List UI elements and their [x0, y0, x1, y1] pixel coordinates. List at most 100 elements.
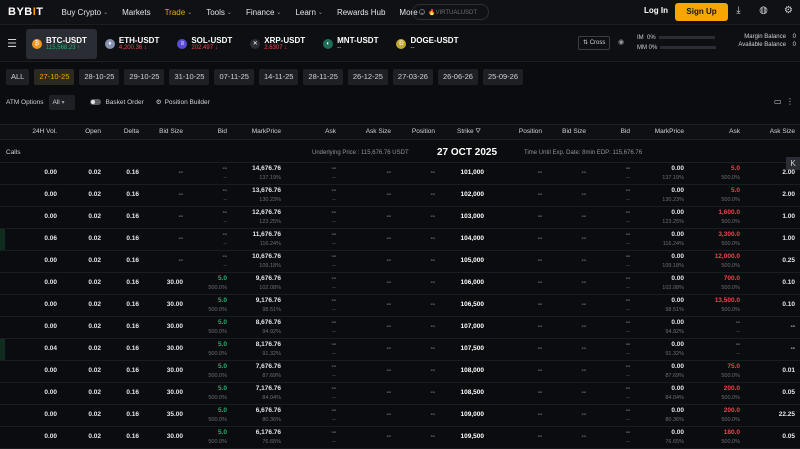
cell-mark-iv: 80.36%	[262, 417, 281, 423]
cell-put-position: --	[537, 279, 542, 286]
nav-item-rewards-hub[interactable]: Rewards Hub	[337, 8, 385, 17]
date-tab-29-10-25[interactable]: 29-10-25	[124, 69, 165, 85]
basket-order-toggle[interactable]	[90, 99, 102, 105]
date-tab-27-03-26[interactable]: 27-03-26	[392, 69, 433, 85]
ticker-xrp-usdt[interactable]: ✕ XRP-USDT 2.6307 ↓	[244, 29, 315, 59]
cell-put-ask-size: 1.00	[782, 213, 795, 220]
table-row[interactable]: 0.00 0.02 0.16 -- -- -- 14,676.76 137.19% -- -- --…	[0, 163, 800, 185]
cell-put-ask: 5.0	[730, 165, 740, 172]
coin-icon: ₿	[32, 38, 42, 49]
table-row[interactable]: 0.00 0.02 0.16 30.00 5.0 500.0% 9,676.76 102.08…	[0, 273, 800, 295]
cell-position: --	[430, 213, 435, 220]
date-tab-27-10-25[interactable]: 27-10-25	[34, 69, 75, 85]
position-builder-icon[interactable]: ⚙	[156, 98, 162, 106]
col-header-right-4: Ask	[729, 128, 740, 135]
cell-put-ask-size: 0.25	[782, 257, 795, 264]
table-row[interactable]: 0.00 0.02 0.16 30.00 5.0 500.0% 8,676.76 94.92%…	[0, 317, 800, 339]
download-icon[interactable]: ⤓	[733, 5, 744, 16]
nav-item-tools[interactable]: Tools ⌄	[206, 8, 232, 17]
ticker-price: --	[337, 45, 342, 51]
cell-bid-size: 30.00	[166, 389, 183, 396]
bybit-logo[interactable]: BYBIT	[8, 6, 44, 18]
cell-delta: 0.16	[126, 411, 139, 418]
ticker-bar: ☰ ₿ BTC-USDT 115,568.23 ↑ ♦ ETH-USDT 4,200.36…	[0, 26, 800, 62]
col-header-right-5: Ask Size	[769, 128, 795, 135]
cell-put-mark-price: 0.00	[671, 341, 684, 348]
cell-bid: 5.0	[217, 429, 227, 436]
cell-ask-iv: --	[332, 175, 336, 181]
cell-strike: 106,500	[460, 301, 485, 308]
layout-icon[interactable]: ▭ ⋮	[774, 97, 794, 106]
cell-put-ask: 3,300.0	[718, 231, 740, 238]
cell-put-mark-iv: 76.65%	[665, 439, 684, 445]
hamburger-menu-icon[interactable]: ☰	[0, 37, 24, 50]
cell-ask: --	[331, 253, 336, 260]
date-tab-07-11-25[interactable]: 07-11-25	[214, 69, 254, 85]
table-row[interactable]: 0.00 0.02 0.16 30.00 5.0 500.0% 7,676.76 87.69%…	[0, 361, 800, 383]
table-row[interactable]: 0.00 0.02 0.16 -- -- -- 12,676.76 123.25% -- -- --…	[0, 207, 800, 229]
search-input[interactable]: 🔥VIRTUALUSDT	[412, 4, 489, 20]
date-tab-25-09-26[interactable]: 25-09-26	[482, 69, 524, 85]
coin-icon: ✕	[250, 38, 261, 49]
login-button[interactable]: Log In	[644, 6, 668, 15]
cell-put-bid: --	[625, 429, 630, 436]
date-tab-14-11-25[interactable]: 14-11-25	[258, 69, 299, 85]
cell-ask: --	[331, 407, 336, 414]
cell-put-mark-iv: 91.32%	[665, 351, 684, 357]
ticker-mnt-usdt[interactable]: ◐ MNT-USDT --	[317, 29, 388, 59]
atm-options-select[interactable]: All ▾	[49, 94, 76, 110]
cell-put-bid-size: --	[581, 213, 586, 220]
cell-put-bid-size: --	[581, 411, 586, 418]
cell-position: --	[430, 433, 435, 440]
table-row[interactable]: 0.00 0.02 0.16 30.00 5.0 500.0% 9,176.76 98.51%…	[0, 295, 800, 317]
cell-bid-size: --	[178, 235, 183, 242]
cell-strike: 109,000	[460, 411, 485, 418]
cell-put-position: --	[537, 191, 542, 198]
ticker-sol-usdt[interactable]: ≡ SOL-USDT 202.497 ↓	[171, 29, 242, 59]
col-header-strike[interactable]: Strike ⛛	[457, 128, 481, 136]
table-row[interactable]: 0.00 0.02 0.16 30.00 5.0 500.0% 6,176.76 76.65%…	[0, 427, 800, 449]
col-header-left-1: Open	[85, 128, 101, 135]
ticker-eth-usdt[interactable]: ♦ ETH-USDT 4,200.36 ↓	[99, 29, 169, 59]
date-tab-28-11-25[interactable]: 28-11-25	[303, 69, 343, 85]
table-row[interactable]: 0.00 0.02 0.16 30.00 5.0 500.0% 7,176.76 84.04%…	[0, 383, 800, 405]
nav-item-finance[interactable]: Finance ⌄	[246, 8, 282, 17]
nav-item-buy-crypto[interactable]: Buy Crypto ⌄	[62, 8, 109, 17]
cell-ask-size: --	[386, 169, 391, 176]
cell-mark-price: 8,676.76	[255, 319, 281, 326]
date-tab-31-10-25[interactable]: 31-10-25	[169, 69, 210, 85]
ticker-doge-usdt[interactable]: Ð DOGE-USDT --	[390, 29, 468, 59]
cell-open: 0.02	[88, 367, 101, 374]
filter-icon[interactable]: ⛛	[474, 128, 480, 135]
ticker-name: SOL-USDT	[191, 36, 233, 45]
ticker-list: ₿ BTC-USDT 115,568.23 ↑ ♦ ETH-USDT 4,200.36 ↓…	[24, 28, 468, 59]
table-row[interactable]: 0.00 0.02 0.16 35.00 5.0 500.0% 6,676.76 80.36%…	[0, 405, 800, 427]
nav-item-trade[interactable]: Trade ⌄	[165, 8, 193, 17]
date-tab-28-10-25[interactable]: 28-10-25	[79, 69, 120, 85]
cell-open: 0.02	[88, 411, 101, 418]
margin-mode-button[interactable]: ⇅ Cross	[578, 36, 611, 50]
table-row[interactable]: 0.00 0.02 0.16 -- -- -- 13,676.76 130.23% -- -- --…	[0, 185, 800, 207]
table-row[interactable]: 0.04 0.02 0.16 30.00 5.0 500.0% 8,176.76 91.32%…	[0, 339, 800, 361]
table-row[interactable]: 0.06 0.02 0.16 -- -- -- 11,676.76 116.24% -- -- --…	[0, 229, 800, 251]
position-builder-button[interactable]: Position Builder	[165, 99, 210, 106]
eye-icon[interactable]: ◉	[618, 38, 624, 46]
cell-ask-iv: --	[332, 351, 336, 357]
ticker-name: BTC-USDT	[46, 36, 87, 45]
nav-item-learn[interactable]: Learn ⌄	[295, 8, 323, 17]
ticker-btc-usdt[interactable]: ₿ BTC-USDT 115,568.23 ↑	[26, 28, 97, 59]
settings-icon[interactable]: ⚙	[783, 5, 794, 16]
volume-indicator	[0, 339, 5, 360]
signup-button[interactable]: Sign Up	[675, 3, 728, 21]
date-tab-26-12-25[interactable]: 26-12-25	[347, 69, 388, 85]
date-tab-all[interactable]: ALL	[6, 69, 30, 85]
date-tab-26-06-26[interactable]: 26-06-26	[437, 69, 478, 85]
col-header-left-2: Delta	[123, 128, 139, 135]
cell-bid-size: 30.00	[166, 323, 183, 330]
cell-put-mark-iv: 116.24%	[662, 241, 684, 247]
cell-put-bid: --	[625, 363, 630, 370]
nav-item-markets[interactable]: Markets	[122, 8, 150, 17]
table-row[interactable]: 0.00 0.02 0.16 -- -- -- 10,676.76 109.18% -- -- --…	[0, 251, 800, 273]
globe-icon[interactable]: ◍	[758, 5, 769, 16]
basket-order-label: Basket Order	[105, 98, 144, 106]
